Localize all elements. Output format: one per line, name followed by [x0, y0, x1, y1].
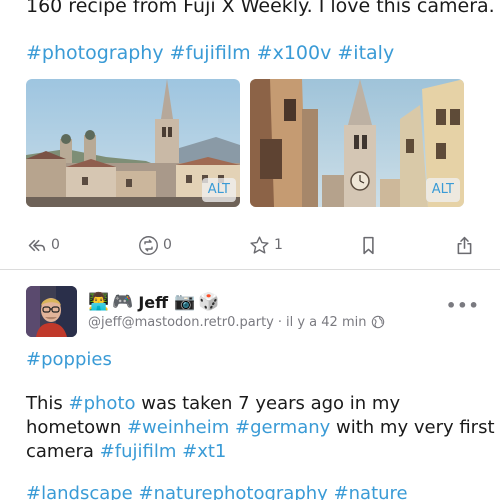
post-actions: 0 0 1 — [26, 232, 476, 258]
globe-icon — [372, 315, 385, 329]
star-icon — [250, 235, 269, 254]
media-image-church-town[interactable]: ALT — [26, 79, 240, 207]
hashtag-link[interactable]: #x100v — [257, 42, 332, 64]
hashtag-link[interactable]: #germany — [235, 417, 330, 438]
meta-separator: · — [277, 314, 282, 330]
display-name: Jeff — [138, 292, 169, 312]
boost-count: 0 — [163, 237, 172, 253]
post-hashtags: #photography #fujifilm #x100v #italy — [26, 41, 394, 65]
post-divider — [0, 269, 500, 270]
favorite-count: 1 — [274, 237, 283, 253]
boost-icon — [139, 235, 158, 255]
favorite-button[interactable]: 1 — [249, 232, 283, 258]
hashtag-link[interactable]: #italy — [337, 42, 394, 64]
post-hashtag-line: #poppies — [26, 348, 112, 372]
reply-count: 0 — [51, 237, 60, 253]
boost-button[interactable]: 0 — [138, 232, 172, 258]
post-body-line: hometown #weinheim #germany with my very… — [26, 416, 495, 440]
bookmark-button[interactable] — [358, 232, 379, 258]
body-text: was taken 7 years ago in my — [135, 393, 401, 414]
hashtag-link[interactable]: #fujifilm — [170, 42, 251, 64]
camera-emoji-icon: 📷 — [174, 292, 196, 312]
alt-text-badge[interactable]: ALT — [425, 178, 460, 202]
reply-button[interactable]: 0 — [26, 232, 60, 258]
author-name-row[interactable]: 👨‍💻 🎮 Jeff 📷 🎲 — [88, 290, 222, 314]
hashtag-link[interactable]: #xt1 — [182, 441, 226, 462]
media-image-clock-tower[interactable]: ALT — [250, 79, 464, 207]
post-body-line: This #photo was taken 7 years ago in my — [26, 392, 400, 416]
more-options-icon[interactable]: ••• — [446, 296, 480, 315]
reply-all-icon — [28, 239, 46, 251]
technologist-emoji-icon: 👨‍💻 — [88, 292, 110, 312]
game-controller-emoji-icon: 🎮 — [112, 292, 134, 312]
hashtag-link[interactable]: #nature — [334, 483, 408, 500]
hashtag-link[interactable]: #photo — [69, 393, 136, 414]
share-icon — [457, 236, 472, 254]
hashtag-link[interactable]: #poppies — [26, 349, 112, 370]
dice-emoji-icon: 🎲 — [198, 292, 220, 312]
post-hashtags-bottom: #landscape #naturephotography #nature — [26, 482, 408, 500]
avatar-photo — [26, 286, 77, 337]
alt-text-badge[interactable]: ALT — [201, 178, 236, 202]
body-text: hometown — [26, 417, 127, 438]
bookmark-icon — [363, 236, 374, 254]
post-timestamp[interactable]: il y a 42 min — [286, 315, 366, 330]
post-text: 160 recipe from Fuji X Weekly. I love th… — [26, 0, 495, 17]
share-button[interactable] — [454, 232, 475, 258]
hashtag-link[interactable]: #fujifilm — [100, 441, 177, 462]
hashtag-link[interactable]: #photography — [26, 42, 164, 64]
body-text: camera — [26, 441, 100, 462]
hashtag-link[interactable]: #naturephotography — [139, 483, 328, 500]
body-text: with my very first — [330, 417, 495, 438]
author-handle[interactable]: @jeff@mastodon.retr0.party — [88, 315, 274, 330]
body-text: This — [26, 393, 69, 414]
hashtag-link[interactable]: #landscape — [26, 483, 133, 500]
hashtag-link[interactable]: #weinheim — [127, 417, 229, 438]
post-body-line: camera #fujifilm #xt1 — [26, 440, 226, 464]
avatar[interactable] — [26, 286, 77, 337]
post-meta: @jeff@mastodon.retr0.party · il y a 42 m… — [88, 313, 385, 331]
